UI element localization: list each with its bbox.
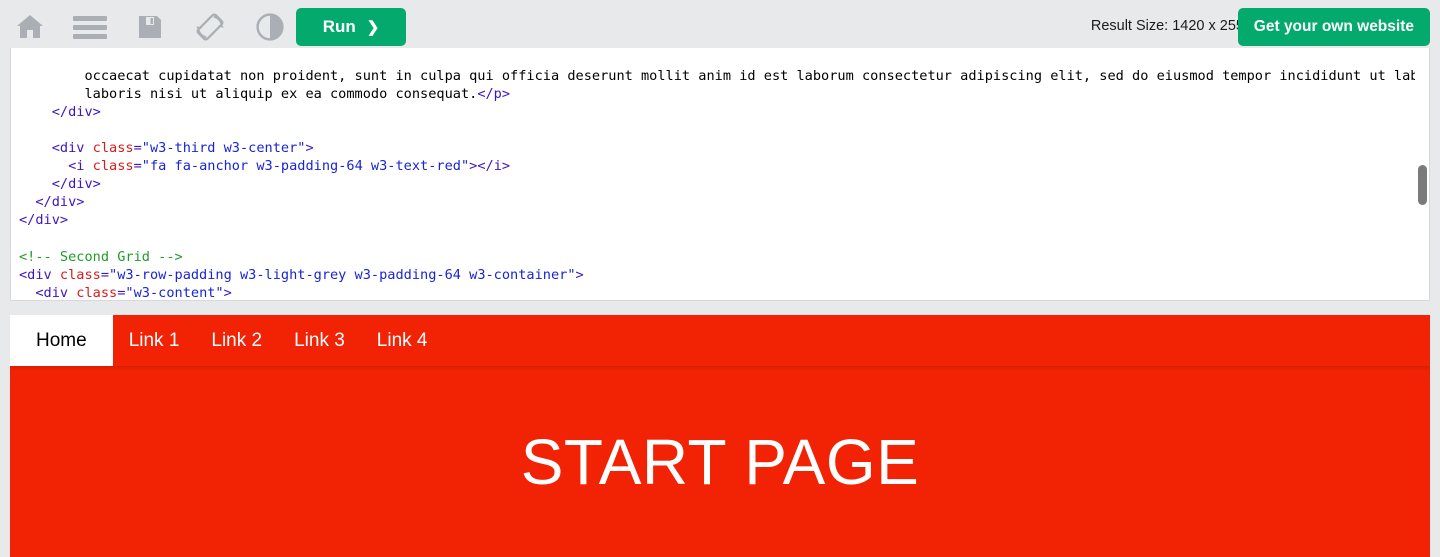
code-token-tag: </p> — [477, 85, 511, 102]
tryit-editor-screen: Run ❯ Result Size: 1420 x 255 Get your o… — [0, 0, 1440, 557]
preview-nav-item-link-2[interactable]: Link 2 — [195, 315, 278, 366]
code-token-attr: class — [92, 139, 134, 156]
result-preview-pane: Home Link 1 Link 2 Link 3 Link 4 START PAGE — [10, 315, 1430, 557]
preview-hero-title: START PAGE — [520, 425, 920, 498]
code-token-tag: </div> — [19, 212, 69, 229]
code-token-val: "fa fa-anchor w3-padding-64 w3-text-red" — [141, 158, 470, 175]
code-token-val: "w3-content" — [125, 284, 224, 301]
editor-toolbar: Run ❯ Result Size: 1420 x 255 Get your o… — [0, 0, 1440, 53]
code-token-tag: > — [575, 266, 584, 283]
menu-icon[interactable] — [60, 0, 120, 53]
rotate-icon[interactable] — [180, 0, 240, 53]
code-token-tag: > — [223, 284, 232, 301]
run-button[interactable]: Run ❯ — [296, 8, 406, 46]
code-token-tag: <i — [68, 158, 93, 175]
code-token-tag: </div> — [51, 103, 101, 120]
preview-nav-item-link-4[interactable]: Link 4 — [361, 315, 444, 366]
get-your-own-website-button[interactable]: Get your own website — [1237, 8, 1430, 46]
code-token-tag: = — [100, 266, 110, 283]
code-token-attr: class — [76, 284, 118, 301]
editor-scrollbar-thumb[interactable] — [1418, 165, 1427, 205]
code-token-tag: ></i> — [469, 158, 511, 175]
code-token-val: "w3-third w3-center" — [141, 139, 306, 156]
contrast-icon[interactable] — [240, 0, 300, 53]
code-token-attr: class — [59, 266, 101, 283]
editor-scrollbar-track[interactable] — [1415, 48, 1429, 300]
code-token-tag: <div — [35, 284, 77, 301]
chevron-right-icon: ❯ — [366, 19, 380, 36]
toolbar-icon-group — [0, 0, 300, 53]
code-token-cmt: <!-- Second Grid --> — [19, 248, 183, 265]
code-editor-pane[interactable]: occaecat cupidatat non proident, sunt in… — [10, 48, 1430, 301]
preview-nav-item-link-1[interactable]: Link 1 — [113, 315, 196, 366]
code-token-tag: </div> — [51, 176, 101, 193]
code-token-tag: <div — [19, 266, 60, 283]
code-token-txt: occaecat cupidatat non proident, sunt in… — [84, 67, 1429, 84]
save-icon[interactable] — [120, 0, 180, 53]
preview-navbar: Home Link 1 Link 2 Link 3 Link 4 — [10, 315, 1430, 366]
code-token-tag: <div — [51, 139, 93, 156]
code-token-val: "w3-row-padding w3-light-grey w3-padding… — [109, 266, 576, 283]
preview-nav-item-home[interactable]: Home — [10, 315, 113, 366]
code-token-tag: = — [133, 158, 142, 175]
result-size-label: Result Size: 1420 x 255 — [1090, 18, 1244, 34]
code-token-attr: class — [92, 158, 134, 175]
code-token-tag: > — [305, 139, 314, 156]
code-token-txt: laboris nisi ut aliquip ex ea commodo co… — [19, 85, 478, 102]
code-token-tag: </div> — [35, 194, 85, 211]
run-button-label: Run — [322, 17, 356, 36]
preview-nav-item-link-3[interactable]: Link 3 — [278, 315, 361, 366]
code-token-tag: = — [133, 139, 142, 156]
preview-hero: START PAGE — [10, 366, 1430, 557]
code-text[interactable]: occaecat cupidatat non proident, sunt in… — [11, 62, 1429, 301]
home-icon[interactable] — [0, 0, 60, 53]
